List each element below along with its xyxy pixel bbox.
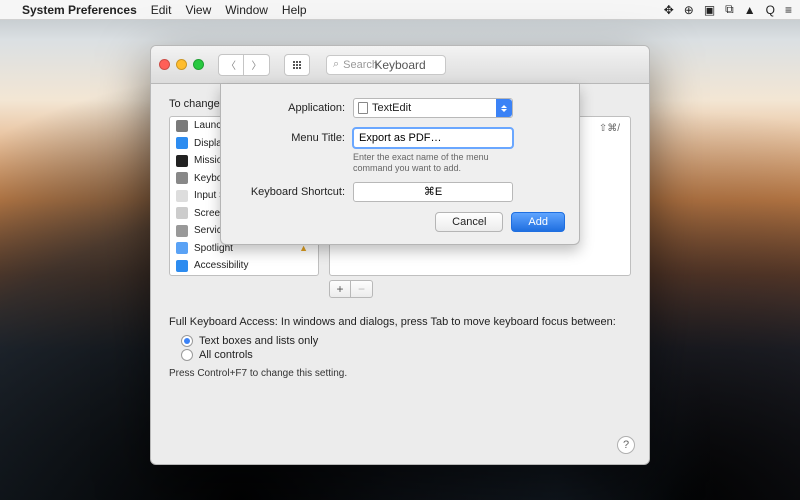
mission-icon — [176, 155, 188, 167]
notification-icon[interactable]: ≡ — [785, 3, 792, 17]
spotlight-icon[interactable]: Q — [766, 3, 775, 17]
menu-view[interactable]: View — [185, 3, 211, 17]
help-button[interactable]: ? — [617, 436, 635, 454]
fka-opt2[interactable]: All controls — [181, 348, 631, 362]
sidebar-item-accessibility[interactable]: Accessibility — [170, 257, 318, 275]
menubar: System Preferences Edit View Window Help… — [0, 0, 800, 20]
fka-title: Full Keyboard Access: In windows and dia… — [169, 316, 631, 328]
menu-edit[interactable]: Edit — [151, 3, 172, 17]
user-icon[interactable]: ▲ — [744, 3, 756, 17]
titlebar: 〈 〉 Keyboard ⌕ Search — [151, 46, 649, 84]
input-icon — [176, 190, 188, 202]
document-icon — [358, 102, 368, 114]
sidebar-item-app-shortcuts[interactable]: App Shortcuts — [170, 275, 318, 277]
status-icons: ✥ ⊕ ▣ ⧉ ▲ Q ≡ — [664, 2, 792, 17]
fka-opt1[interactable]: Text boxes and lists only — [181, 334, 631, 348]
cancel-button[interactable]: Cancel — [435, 212, 503, 232]
menu-help[interactable]: Help — [282, 3, 307, 17]
menu-title-input[interactable] — [353, 128, 513, 148]
screen-icon — [176, 207, 188, 219]
close-button[interactable] — [159, 59, 170, 70]
warning-icon: ▲ — [299, 243, 312, 253]
search-placeholder: Search — [343, 59, 378, 71]
show-all-button[interactable] — [284, 54, 310, 76]
minimize-button[interactable] — [176, 59, 187, 70]
zoom-button[interactable] — [193, 59, 204, 70]
add-shortcut-sheet: Application: TextEdit Menu Title: Enter … — [220, 84, 580, 245]
menu-window[interactable]: Window — [225, 3, 268, 17]
traffic-lights — [159, 59, 204, 70]
back-button[interactable]: 〈 — [218, 54, 244, 76]
add-button[interactable]: Add — [511, 212, 565, 232]
prefs-window: 〈 〉 Keyboard ⌕ Search To change a sh Lau… — [150, 45, 650, 465]
launchpad-icon — [176, 120, 188, 132]
search-icon: ⌕ — [333, 58, 339, 71]
accessibility-icon — [176, 260, 188, 272]
display-icon — [176, 137, 188, 149]
wifi-icon[interactable]: ⧉ — [725, 2, 734, 17]
radio-icon — [181, 335, 193, 347]
shortcut-label: Keyboard Shortcut: — [235, 186, 345, 198]
menu-title-hint: Enter the exact name of the menu command… — [353, 152, 523, 174]
application-select[interactable]: TextEdit — [353, 98, 513, 118]
forward-button[interactable]: 〉 — [244, 54, 270, 76]
add-shortcut-button[interactable]: + — [329, 280, 351, 298]
spotlight-sidebar-icon — [176, 242, 188, 254]
menu-title-label: Menu Title: — [235, 132, 345, 144]
services-icon — [176, 225, 188, 237]
app-menu[interactable]: System Preferences — [22, 3, 137, 17]
application-value: TextEdit — [372, 102, 411, 114]
shortcut-input[interactable] — [353, 182, 513, 202]
window-title: Keyboard — [374, 58, 425, 72]
sync-icon[interactable]: ⊕ — [684, 3, 694, 17]
shortcut-column-header: ⇧⌘/ — [599, 123, 620, 134]
application-label: Application: — [235, 102, 345, 114]
keyboard-icon — [176, 172, 188, 184]
radio-icon — [181, 349, 193, 361]
dropbox-icon[interactable]: ✥ — [664, 3, 674, 17]
remove-shortcut-button[interactable]: − — [351, 280, 373, 298]
fka-hint: Press Control+F7 to change this setting. — [169, 368, 631, 379]
display-icon[interactable]: ▣ — [704, 3, 715, 17]
chevron-updown-icon — [496, 99, 512, 117]
